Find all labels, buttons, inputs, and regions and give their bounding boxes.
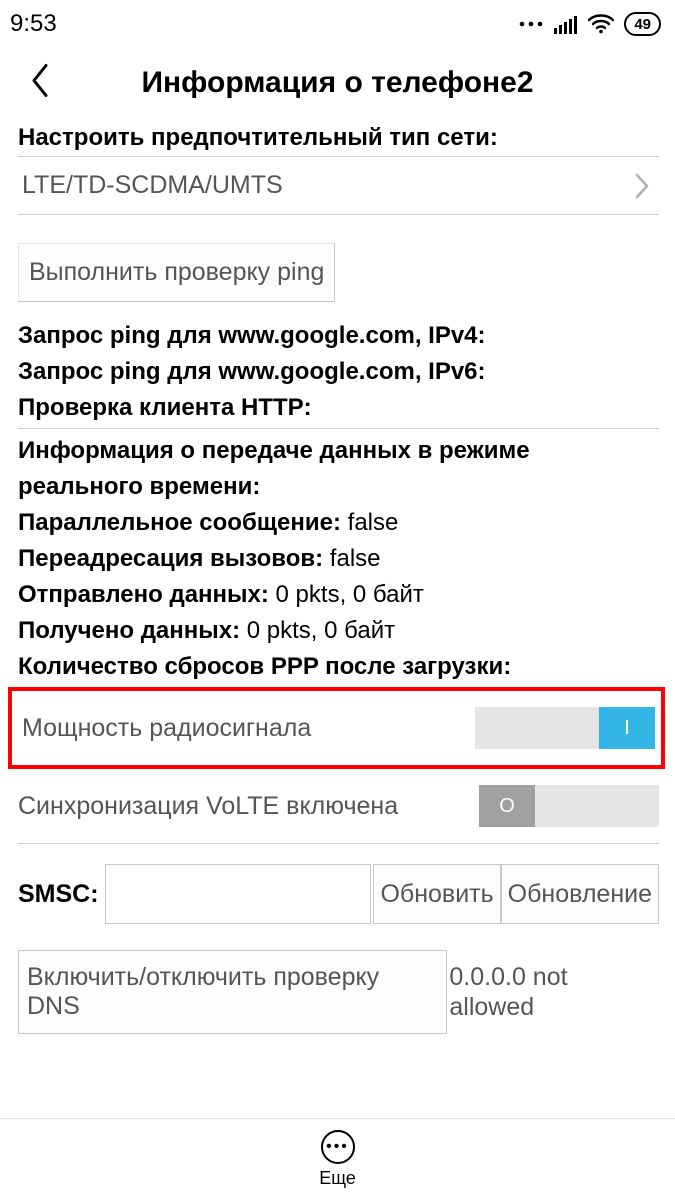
- toggle-knob-on: I: [599, 707, 655, 749]
- status-bar: 9:53 49: [0, 0, 675, 48]
- network-type-selector[interactable]: LTE/TD-SCDMA/UMTS: [18, 156, 659, 215]
- more-options-label: Еще: [319, 1168, 356, 1189]
- ppp-resets-line: Количество сбросов PPP после загрузки:: [18, 649, 659, 685]
- call-forward-line: Переадресация вызовов: false: [18, 541, 659, 577]
- divider: [18, 428, 659, 429]
- smsc-refresh-button[interactable]: Обновление: [501, 864, 659, 924]
- smsc-input[interactable]: [105, 864, 372, 924]
- http-check-line: Проверка клиента HTTP:: [18, 390, 659, 426]
- volte-toggle[interactable]: O: [479, 785, 659, 827]
- concurrent-msg-line: Параллельное сообщение: false: [18, 505, 659, 541]
- title-bar: Информация о телефоне2: [0, 48, 675, 118]
- highlighted-row: Мощность радиосигнала I: [8, 687, 665, 769]
- dns-status-text: 0.0.0.0 not allowed: [449, 962, 659, 1022]
- volte-row: Синхронизация VoLTE включена O: [18, 769, 659, 844]
- data-recv-line: Получено данных: 0 pkts, 0 байт: [18, 613, 659, 649]
- cellular-signal-icon: [554, 14, 578, 34]
- bottom-bar: ••• Еще: [0, 1118, 675, 1200]
- page-title: Информация о телефоне2: [141, 66, 533, 100]
- dns-row: Включить/отключить проверку DNS 0.0.0.0 …: [18, 950, 659, 1034]
- status-time: 9:53: [10, 10, 57, 38]
- radio-power-toggle[interactable]: I: [475, 707, 655, 749]
- content-area: Настроить предпочтительный тип сети: LTE…: [0, 118, 675, 1118]
- chevron-right-icon: [635, 173, 649, 199]
- volte-label: Синхронизация VoLTE включена: [18, 792, 398, 821]
- realtime-data-label: Информация о передаче данных в режиме ре…: [18, 433, 659, 505]
- network-type-label: Настроить предпочтительный тип сети:: [18, 124, 659, 152]
- more-options-icon[interactable]: •••: [321, 1130, 355, 1164]
- toggle-knob-off: O: [479, 785, 535, 827]
- battery-indicator: 49: [624, 12, 661, 36]
- data-sent-line: Отправлено данных: 0 pkts, 0 байт: [18, 577, 659, 613]
- wifi-icon: [588, 14, 614, 34]
- network-type-value: LTE/TD-SCDMA/UMTS: [22, 171, 283, 200]
- back-button[interactable]: [30, 64, 50, 103]
- radio-power-label: Мощность радиосигнала: [22, 714, 311, 743]
- smsc-label: SMSC:: [18, 880, 103, 909]
- status-icons: 49: [518, 12, 661, 36]
- radio-power-row: Мощность радиосигнала I: [22, 691, 655, 765]
- smsc-update-button[interactable]: Обновить: [373, 864, 500, 924]
- smsc-row: SMSC: Обновить Обновление: [18, 864, 659, 924]
- ping-test-button[interactable]: Выполнить проверку ping: [18, 243, 335, 302]
- dns-toggle-button[interactable]: Включить/отключить проверку DNS: [18, 950, 447, 1034]
- more-dots-icon: [518, 19, 544, 29]
- ping-ipv6-line: Запрос ping для www.google.com, IPv6:: [18, 354, 659, 390]
- ping-ipv4-line: Запрос ping для www.google.com, IPv4:: [18, 318, 659, 354]
